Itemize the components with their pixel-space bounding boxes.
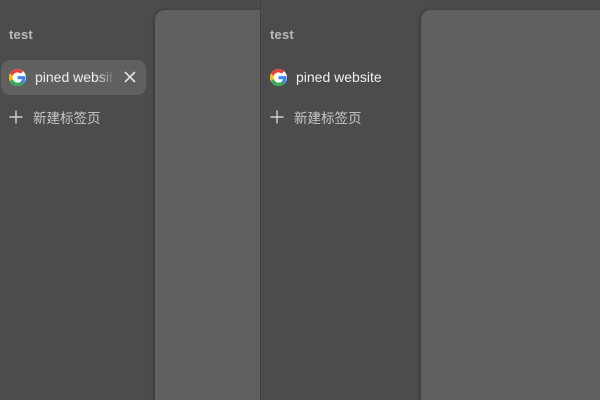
new-tab-button[interactable]: 新建标签页 xyxy=(9,106,101,128)
browser-window-hovered-state: test pined website 新建标签页 xyxy=(0,0,260,400)
plus-icon xyxy=(270,110,284,124)
tab-title: pined website xyxy=(35,69,115,85)
browser-window-default-state: test pined website 新建标签页 xyxy=(260,0,600,400)
sidebar: test pined website 新建标签页 xyxy=(0,0,156,400)
pinned-tab[interactable]: pined website xyxy=(262,60,407,95)
google-icon xyxy=(270,69,287,86)
new-tab-label: 新建标签页 xyxy=(294,111,362,127)
page-content-area[interactable] xyxy=(421,10,600,400)
new-tab-label: 新建标签页 xyxy=(33,111,101,127)
close-icon[interactable] xyxy=(122,69,138,85)
screenshot-stage: test pined website 新建标签页 test pined webs… xyxy=(0,0,600,400)
sidebar: test pined website 新建标签页 xyxy=(261,0,417,400)
new-tab-button[interactable]: 新建标签页 xyxy=(270,106,362,128)
pinned-tab[interactable]: pined website xyxy=(1,60,146,95)
space-title: test xyxy=(270,27,294,42)
page-content-area[interactable] xyxy=(155,10,260,400)
space-title: test xyxy=(9,27,33,42)
tab-title: pined website xyxy=(296,69,382,85)
google-icon xyxy=(9,69,26,86)
plus-icon xyxy=(9,110,23,124)
